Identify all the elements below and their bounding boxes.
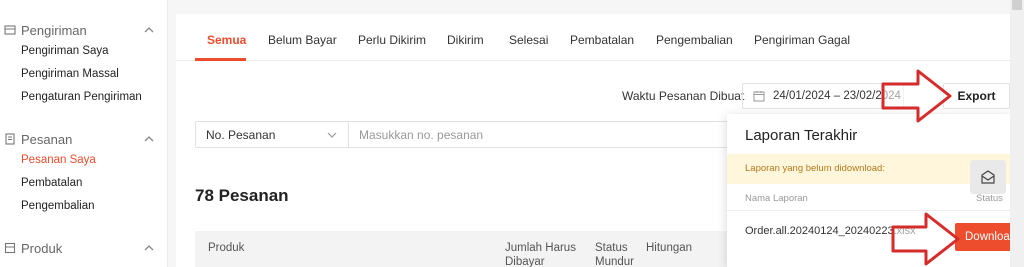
column-header-total: Jumlah Harus Dibayar xyxy=(505,242,576,267)
chevron-up-icon[interactable] xyxy=(142,132,156,146)
report-column-status: Status xyxy=(976,193,1003,204)
sidebar-item-pengaturan-pengiriman[interactable]: Pengaturan Pengiriman xyxy=(21,91,142,103)
order-icon xyxy=(4,133,16,145)
mail-button[interactable] xyxy=(970,160,1006,194)
date-filter-label: Waktu Pesanan Dibuat xyxy=(622,89,745,103)
sidebar-section-title: Pengiriman xyxy=(21,22,87,38)
sidebar-section-pesanan[interactable]: Pesanan xyxy=(4,129,162,149)
sidebar-section-title: Produk xyxy=(21,240,63,256)
sidebar-item-pengiriman-massal[interactable]: Pengiriman Massal xyxy=(21,68,119,80)
active-tab-indicator xyxy=(195,58,246,61)
report-column-name: Nama Laporan xyxy=(745,193,808,204)
table-header: Produk Jumlah Harus Dibayar Status Mundu… xyxy=(195,231,735,267)
chevron-up-icon[interactable] xyxy=(142,241,156,255)
tab-pengembalian[interactable]: Pengembalian xyxy=(656,33,733,47)
annotation-arrow-icon xyxy=(891,212,960,266)
sidebar-item-pengembalian[interactable]: Pengembalian xyxy=(21,200,95,212)
sidebar-section-pengiriman[interactable]: Pengiriman xyxy=(4,20,162,40)
report-title: Laporan Terakhir xyxy=(745,127,858,144)
sidebar-item-pembatalan[interactable]: Pembatalan xyxy=(21,177,82,189)
tab-semua[interactable]: Semua xyxy=(207,33,246,47)
sidebar-item-pesanan-saya[interactable]: Pesanan Saya xyxy=(21,154,96,166)
search-bar: No. Pesanan xyxy=(195,121,735,148)
column-header-countdown: Hitungan xyxy=(646,242,693,254)
scrollbar-thumb[interactable] xyxy=(1012,0,1022,10)
scrollbar[interactable] xyxy=(1010,0,1024,267)
column-header-status: Status Mundur xyxy=(595,242,634,267)
order-count: 78 Pesanan xyxy=(195,186,289,205)
product-icon xyxy=(4,242,16,254)
search-field-value: No. Pesanan xyxy=(206,127,276,142)
calendar-icon xyxy=(753,91,765,102)
chevron-down-icon xyxy=(327,132,337,138)
tab-pengiriman-gagal[interactable]: Pengiriman Gagal xyxy=(754,33,850,47)
sidebar-section-produk[interactable]: Produk xyxy=(4,238,162,258)
sidebar-item-pengiriman-saya[interactable]: Pengiriman Saya xyxy=(21,45,109,57)
divider xyxy=(727,210,1010,211)
order-tabs: Semua Belum Bayar Perlu Dikirim Dikirim … xyxy=(176,14,1010,61)
tab-perlu-dikirim[interactable]: Perlu Dikirim xyxy=(358,33,426,47)
report-alert: Laporan yang belum didownload: xyxy=(727,154,1010,184)
sidebar: Pengiriman Pengiriman Saya Pengiriman Ma… xyxy=(0,0,168,267)
mail-icon xyxy=(981,170,995,184)
search-input[interactable] xyxy=(359,122,719,147)
tab-pembatalan[interactable]: Pembatalan xyxy=(570,33,634,47)
download-button[interactable]: Download xyxy=(955,223,1010,251)
tab-belum-bayar[interactable]: Belum Bayar xyxy=(268,33,337,47)
tab-selesai[interactable]: Selesai xyxy=(509,33,548,47)
tab-dikirim[interactable]: Dikirim xyxy=(447,33,484,47)
column-header-product: Produk xyxy=(208,242,245,254)
report-alert-text: Laporan yang belum didownload: xyxy=(745,163,885,174)
sidebar-section-title: Pesanan xyxy=(21,131,73,147)
report-dropdown: Laporan Terakhir Laporan yang belum dido… xyxy=(727,114,1010,267)
chevron-up-icon[interactable] xyxy=(142,23,156,37)
shipping-icon xyxy=(4,24,16,36)
annotation-arrow-icon xyxy=(881,69,952,123)
search-field-select[interactable]: No. Pesanan xyxy=(196,122,349,147)
